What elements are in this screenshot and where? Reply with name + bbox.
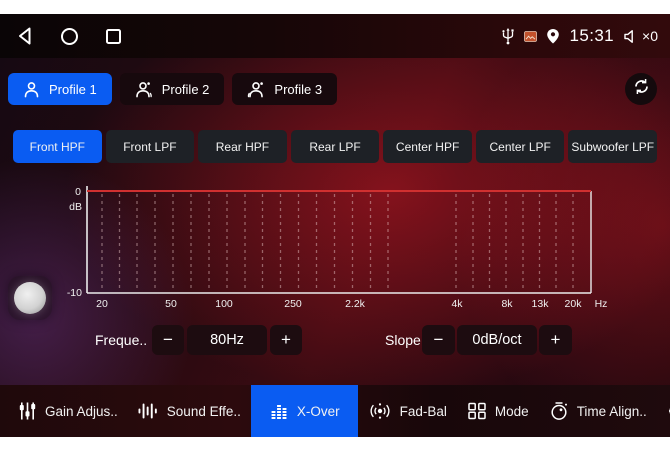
frequency-label: Freque.. [95,325,147,355]
volume-muted-icon [623,29,639,44]
home-icon[interactable] [60,27,79,46]
sync-button[interactable] [625,73,657,105]
crossover-graph: 0 dB -10 20 50 100 250 2.2k 4k 8k 13k 20k Hz [55,183,615,311]
grid-icon [467,402,487,420]
svg-text:Hz: Hz [595,298,608,310]
nav-item-sound-effe[interactable]: Sound Effe.. [128,385,251,437]
profile-row: Profile 1 Profile 2 Profile 3 [8,73,337,105]
person-icon [247,81,265,98]
volume-level-text: ×0 [642,28,658,44]
page: { "status_bar": { "time": "15:31", "volu… [0,0,670,453]
frequency-plus-button[interactable]: + [270,325,302,355]
status-icons: 15:31 ×0 [501,26,658,46]
filter-tab-rear-lpf[interactable]: Rear LPF [291,130,380,163]
svg-text:250: 250 [284,298,302,310]
slope-value: 0dB/oct [457,325,537,355]
photo-notification-icon [524,31,537,42]
slope-label: Slope [385,325,421,355]
nav-item-fad-bal[interactable]: Fad-Bal [358,385,457,437]
filter-tab-label: Center LPF [490,140,551,154]
svg-text:-10: -10 [67,287,82,299]
filter-tab-row: Front HPF Front LPF Rear HPF Rear LPF Center… [13,130,657,163]
svg-text:0: 0 [75,186,81,198]
svg-text:13k: 13k [532,298,550,310]
filter-tab-label: Center HPF [396,140,459,154]
profile-tab-3[interactable]: Profile 3 [232,73,337,105]
nav-item-label: X-Over [297,404,340,419]
svg-text:50: 50 [165,298,177,310]
filter-tab-front-lpf[interactable]: Front LPF [106,130,195,163]
nav-item-mode[interactable]: Mode [457,385,539,437]
crossover-graph-svg: 0 dB -10 20 50 100 250 2.2k 4k 8k 13k 20k Hz [55,183,615,311]
svg-text:2.2k: 2.2k [345,298,366,310]
person-icon [135,81,153,98]
nav-item-label: Fad-Bal [400,404,447,419]
frequency-value: 80Hz [187,325,267,355]
filter-tab-label: Front LPF [123,140,176,154]
recents-icon[interactable] [105,28,122,45]
profile-tab-1[interactable]: Profile 1 [8,73,112,105]
nav-item-label: Sound Effe.. [167,404,241,419]
filter-tab-rear-hpf[interactable]: Rear HPF [198,130,287,163]
filter-tab-front-hpf[interactable]: Front HPF [13,130,102,163]
nav-item-label: Gain Adjus.. [45,404,118,419]
frequency-minus-button[interactable]: − [152,325,184,355]
filter-tab-center-lpf[interactable]: Center LPF [476,130,565,163]
floating-assist-button[interactable] [8,276,52,320]
svg-text:8k: 8k [501,298,513,310]
status-bar: 15:31 ×0 [0,14,670,58]
slope-minus-button[interactable]: − [422,325,455,355]
head-unit-screen: 15:31 ×0 Profile 1 Profile 2 Profile 3 Fro… [0,14,670,437]
svg-text:20k: 20k [565,298,583,310]
volume-muted-indicator: ×0 [623,28,658,44]
svg-text:100: 100 [215,298,233,310]
sliders-icon [18,401,37,421]
usb-icon [501,27,515,45]
timer-icon [549,401,569,421]
filter-tab-center-hpf[interactable]: Center HPF [383,130,472,163]
person-icon [23,81,40,98]
sync-icon [632,77,651,101]
location-icon [546,28,560,45]
filter-tab-label: Subwoofer LPF [571,140,654,154]
nav-item-time-align[interactable]: Time Align.. [539,385,657,437]
speaker-radiate-icon [368,401,392,421]
nav-item-label: Time Align.. [577,404,647,419]
slope-plus-button[interactable]: + [539,325,572,355]
clock: 15:31 [569,26,614,46]
filter-tab-label: Front HPF [30,140,85,154]
floating-assist-knob-icon [14,282,46,314]
bottom-nav: Gain Adjus.. Sound Effe.. X-Over Fad-Bal Mod… [0,385,670,437]
filter-tab-subwoofer-lpf[interactable]: Subwoofer LPF [568,130,657,163]
svg-text:dB: dB [69,201,82,213]
svg-text:20: 20 [96,298,108,310]
profile-tab-label: Profile 2 [162,82,210,97]
filter-tab-label: Rear LPF [309,140,360,154]
profile-tab-label: Profile 1 [49,82,97,97]
waveform-icon [138,402,159,420]
profile-tab-label: Profile 3 [274,82,322,97]
nav-item-return[interactable]: Return [657,385,670,437]
nav-item-gain-adjus[interactable]: Gain Adjus.. [8,385,128,437]
equalizer-icon [269,402,289,420]
nav-item-label: Mode [495,404,529,419]
nav-item-x-over[interactable]: X-Over [251,385,358,437]
android-nav-buttons [16,26,122,46]
back-icon[interactable] [16,26,34,46]
profile-tab-2[interactable]: Profile 2 [120,73,225,105]
filter-tab-label: Rear HPF [216,140,269,154]
svg-text:4k: 4k [451,298,463,310]
